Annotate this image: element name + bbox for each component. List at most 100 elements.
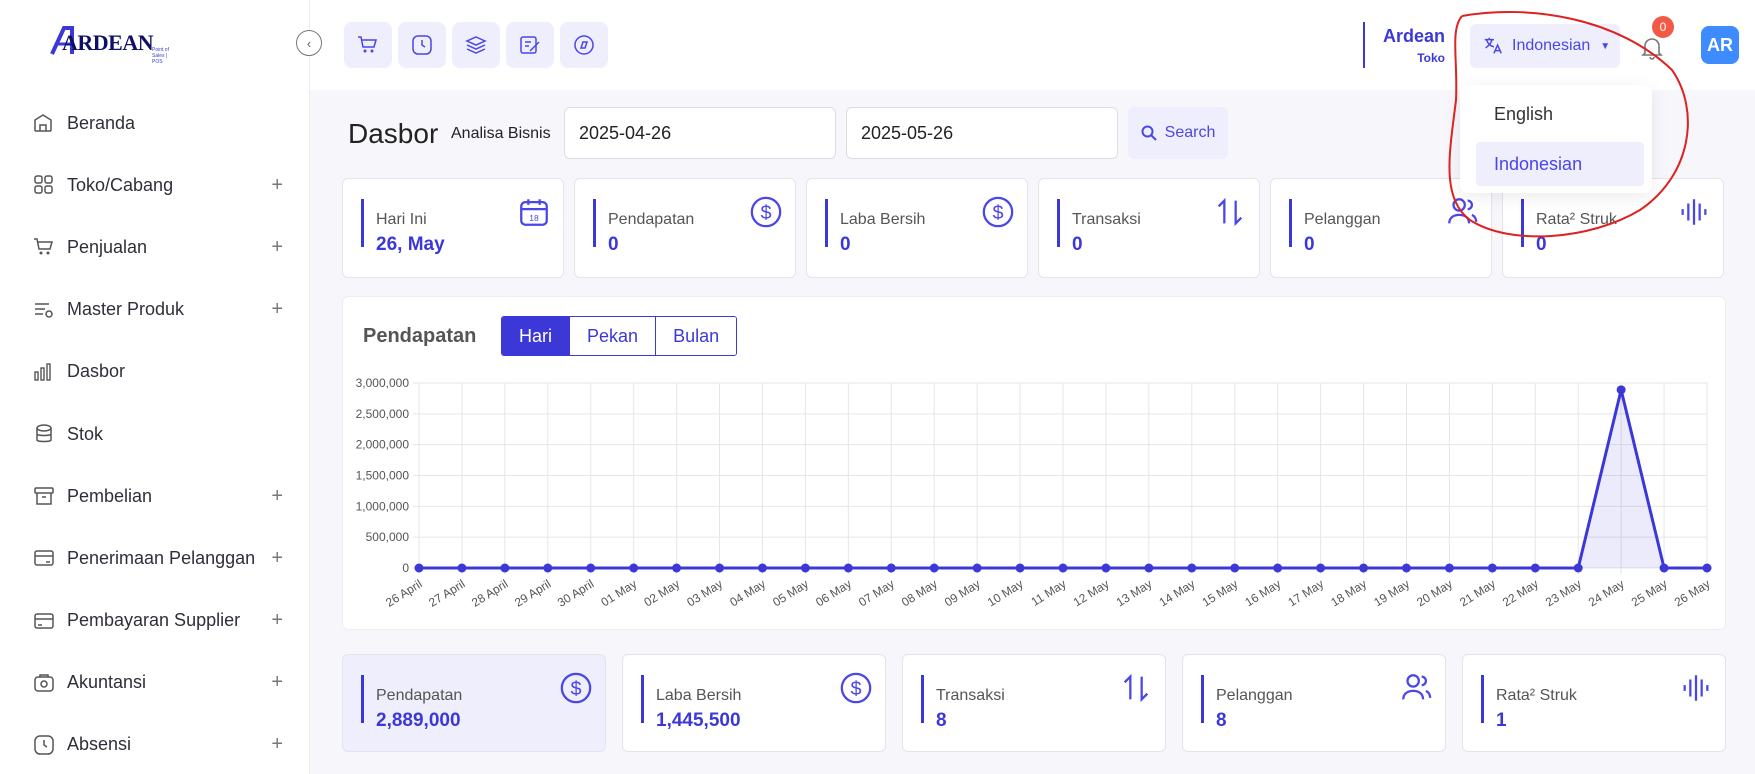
avatar[interactable]: AR bbox=[1701, 26, 1739, 64]
sidebar-item-label: Stok bbox=[67, 423, 104, 444]
sidebar-item-label: Pembayaran Supplier bbox=[67, 610, 241, 631]
tab-hari[interactable]: Hari bbox=[502, 317, 571, 355]
svg-text:18: 18 bbox=[529, 213, 539, 223]
sidebar-item-beranda[interactable]: Beranda bbox=[0, 92, 310, 154]
sidebar-item-label: Master Produk bbox=[67, 299, 185, 320]
expand-plus-icon[interactable]: + bbox=[271, 298, 283, 321]
sidebar-item-label: Akuntansi bbox=[67, 672, 147, 693]
stat-card-laba-bersih: Laba Bersih 0 $ bbox=[806, 178, 1028, 278]
card-title: Hari Ini bbox=[376, 211, 427, 228]
stat-card-pendapatan: Pendapatan 0 $ bbox=[574, 178, 796, 278]
expand-plus-icon[interactable]: + bbox=[271, 547, 283, 570]
x-tick-label: 01 May bbox=[598, 577, 639, 610]
product-list-icon bbox=[35, 302, 53, 318]
tab-pekan[interactable]: Pekan bbox=[570, 317, 657, 355]
layers-icon bbox=[465, 36, 487, 54]
svg-text:$: $ bbox=[850, 678, 861, 700]
bell-icon bbox=[1641, 38, 1663, 60]
data-point bbox=[672, 563, 682, 573]
box-icon bbox=[34, 487, 54, 505]
sidebar-item-label: Dasbor bbox=[67, 361, 126, 382]
sidebar-item-penerimaan-pelanggan[interactable]: Penerimaan Pelanggan + bbox=[0, 527, 310, 589]
search-button[interactable]: Search bbox=[1128, 107, 1228, 159]
data-point bbox=[414, 563, 424, 573]
app-logo[interactable]: Point of Sales | POS ARDEAN bbox=[50, 22, 170, 65]
quick-clock-button[interactable] bbox=[398, 22, 446, 68]
stat-card-pendapatan: Pendapatan 2,889,000 $ bbox=[342, 654, 606, 752]
database-icon bbox=[36, 424, 52, 443]
waveform-icon bbox=[1683, 675, 1709, 701]
y-tick-label: 2,000,000 bbox=[356, 438, 410, 452]
data-point bbox=[1487, 563, 1497, 573]
card-accent-bar bbox=[1521, 199, 1524, 247]
sidebar-item-label: Absensi bbox=[67, 734, 132, 755]
quick-compass-button[interactable] bbox=[560, 22, 608, 68]
collapse-sidebar-button[interactable]: ‹ bbox=[296, 30, 322, 56]
x-tick-label: 11 May bbox=[1029, 577, 1069, 609]
sidebar-item-master-produk[interactable]: Master Produk + bbox=[0, 279, 310, 341]
card-accent-bar bbox=[361, 199, 364, 247]
x-tick-label: 10 May bbox=[985, 577, 1026, 610]
data-point bbox=[586, 563, 596, 573]
expand-plus-icon[interactable]: + bbox=[271, 236, 283, 259]
data-point bbox=[1101, 563, 1111, 573]
sidebar-item-label: Pembelian bbox=[67, 485, 153, 506]
language-option-english[interactable]: English bbox=[1476, 92, 1644, 136]
data-point bbox=[543, 563, 553, 573]
sidebar-item-akuntansi[interactable]: Akuntansi + bbox=[0, 652, 310, 714]
data-point bbox=[1316, 563, 1326, 573]
data-point bbox=[1058, 563, 1068, 573]
card-value: 2,889,000 bbox=[376, 710, 461, 731]
expand-plus-icon[interactable]: + bbox=[271, 671, 283, 694]
quick-cart-button[interactable] bbox=[344, 22, 392, 68]
x-tick-label: 23 May bbox=[1543, 577, 1584, 610]
x-tick-label: 03 May bbox=[684, 577, 725, 610]
expand-plus-icon[interactable]: + bbox=[271, 485, 283, 508]
card-value: 26, May bbox=[376, 234, 445, 255]
x-tick-label: 09 May bbox=[942, 577, 983, 610]
translate-icon bbox=[1484, 37, 1502, 54]
sidebar-item-pembelian[interactable]: Pembelian + bbox=[0, 465, 310, 527]
card-out-icon bbox=[34, 612, 54, 629]
language-option-indonesian[interactable]: Indonesian bbox=[1476, 142, 1644, 186]
language-menu: English Indonesian bbox=[1460, 85, 1652, 193]
sidebar-item-dasbor[interactable]: Dasbor bbox=[0, 341, 310, 403]
expand-plus-icon[interactable]: + bbox=[271, 609, 283, 632]
stat-card-transaksi: Transaksi 0 bbox=[1038, 178, 1260, 278]
compass-icon bbox=[574, 35, 594, 55]
tab-bulan[interactable]: Bulan bbox=[656, 317, 737, 355]
chevron-left-icon: ‹ bbox=[306, 35, 312, 51]
search-label: Search bbox=[1164, 124, 1216, 141]
quick-edit-note-button[interactable] bbox=[506, 22, 554, 68]
stat-card-rata-struk: Rata² Struk 0 bbox=[1502, 178, 1724, 278]
quick-layers-button[interactable] bbox=[452, 22, 500, 68]
data-point bbox=[1015, 563, 1025, 573]
chart-title: Pendapatan bbox=[363, 325, 477, 347]
card-value: 8 bbox=[1216, 710, 1227, 731]
language-selector[interactable]: Indonesian ▼ bbox=[1470, 24, 1620, 68]
revenue-line-chart: 3,000,000 2,500,000 2,000,000 1,500,000 1,00… bbox=[356, 376, 1713, 610]
data-point bbox=[800, 563, 810, 573]
x-tick-label: 22 May bbox=[1500, 577, 1541, 610]
accounting-icon bbox=[34, 674, 54, 692]
sidebar-item-pembayaran-supplier[interactable]: Pembayaran Supplier + bbox=[0, 590, 310, 652]
notification-badge: 0 bbox=[1652, 16, 1674, 38]
expand-plus-icon[interactable]: + bbox=[271, 733, 283, 756]
card-accent-bar bbox=[1481, 675, 1484, 723]
language-label: Indonesian bbox=[1512, 37, 1591, 54]
y-tick-label: 500,000 bbox=[366, 530, 410, 544]
data-point bbox=[972, 563, 982, 573]
transfer-arrows-icon bbox=[1123, 673, 1149, 703]
sidebar-item-stok[interactable]: Stok bbox=[0, 403, 310, 465]
expand-plus-icon[interactable]: + bbox=[271, 174, 283, 197]
sidebar-item-penjualan[interactable]: Penjualan + bbox=[0, 216, 310, 278]
sidebar-item-absensi[interactable]: Absensi + bbox=[0, 714, 310, 774]
data-point bbox=[1359, 563, 1369, 573]
date-from-input[interactable] bbox=[564, 107, 836, 159]
card-value: 0 bbox=[840, 234, 851, 255]
date-to-input[interactable] bbox=[846, 107, 1118, 159]
sidebar-item-toko-cabang[interactable]: Toko/Cabang + bbox=[0, 154, 310, 216]
card-accent-bar bbox=[825, 199, 828, 247]
sidebar-item-label: Toko/Cabang bbox=[67, 174, 174, 195]
stat-card-pelanggan: Pelanggan 0 bbox=[1270, 178, 1492, 278]
